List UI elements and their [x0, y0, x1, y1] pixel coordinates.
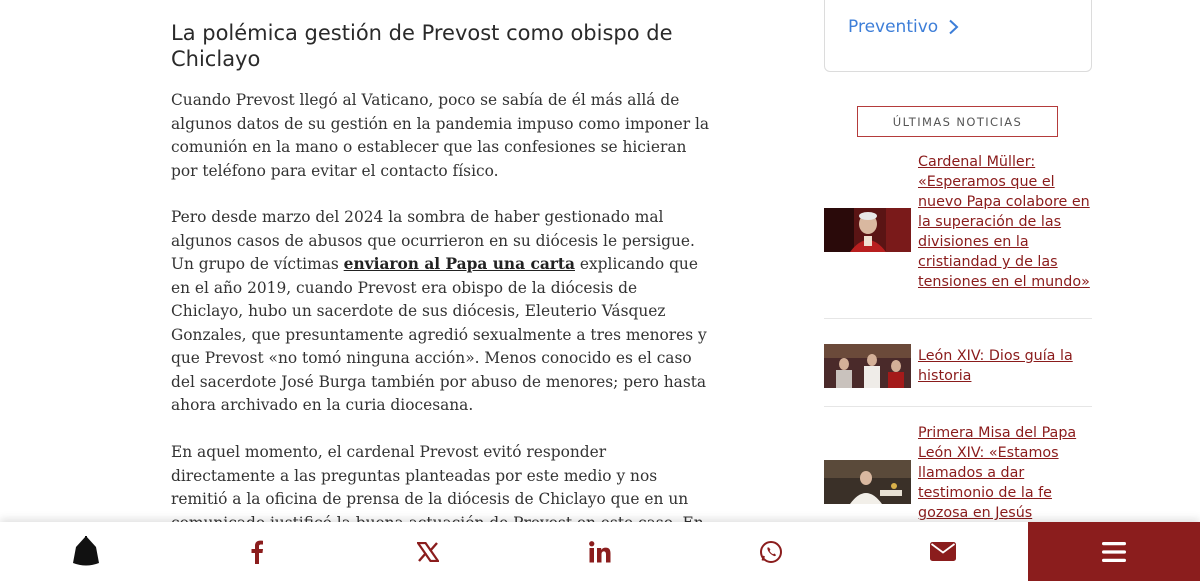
x-icon	[416, 541, 439, 562]
article-paragraph: Cuando Prevost llegó al Vaticano, poco s…	[171, 91, 710, 180]
chevron-right-icon	[949, 19, 959, 35]
linkedin-icon	[588, 540, 610, 562]
letter-to-pope-link[interactable]: enviaron al Papa una carta	[344, 255, 575, 273]
news-item[interactable]: Primera Misa del Papa León XIV: «Estamos…	[824, 423, 1092, 523]
mitre-icon	[72, 535, 99, 565]
news-item[interactable]: Cardenal Müller: «Esperamos que el nuevo…	[824, 152, 1092, 312]
share-facebook-button[interactable]	[171, 522, 342, 581]
news-thumbnail[interactable]	[824, 208, 911, 252]
preventivo-link[interactable]: Preventivo	[848, 17, 959, 37]
share-x-button[interactable]	[342, 522, 513, 581]
preventivo-card: Preventivo	[824, 0, 1092, 72]
share-bar	[0, 522, 1200, 581]
home-button[interactable]	[0, 522, 171, 581]
menu-icon	[1102, 541, 1126, 562]
share-linkedin-button[interactable]	[514, 522, 685, 581]
paragraph-text: explicando que en el año 2019, cuando Pr…	[171, 255, 707, 414]
news-thumbnail[interactable]	[824, 344, 911, 388]
preventivo-label: Preventivo	[848, 17, 939, 37]
latest-news-title: ÚLTIMAS NOTICIAS	[857, 106, 1058, 137]
news-headline[interactable]: León XIV: Dios guía la historia	[918, 346, 1090, 386]
whatsapp-icon	[759, 540, 782, 563]
share-email-button[interactable]	[857, 522, 1028, 581]
news-item[interactable]: León XIV: Dios guía la historia	[824, 344, 1092, 394]
share-whatsapp-button[interactable]	[685, 522, 856, 581]
email-icon	[929, 542, 956, 561]
divider	[824, 406, 1092, 407]
news-thumbnail[interactable]	[824, 460, 911, 504]
article-paragraph: Pero desde marzo del 2024 la sombra de h…	[171, 206, 711, 418]
menu-button[interactable]	[1028, 522, 1200, 581]
divider	[824, 318, 1092, 319]
news-headline[interactable]: Cardenal Müller: «Esperamos que el nuevo…	[918, 152, 1090, 292]
news-headline[interactable]: Primera Misa del Papa León XIV: «Estamos…	[918, 423, 1090, 523]
article-heading: La polémica gestión de Prevost como obis…	[171, 21, 673, 71]
facebook-icon	[251, 540, 263, 564]
